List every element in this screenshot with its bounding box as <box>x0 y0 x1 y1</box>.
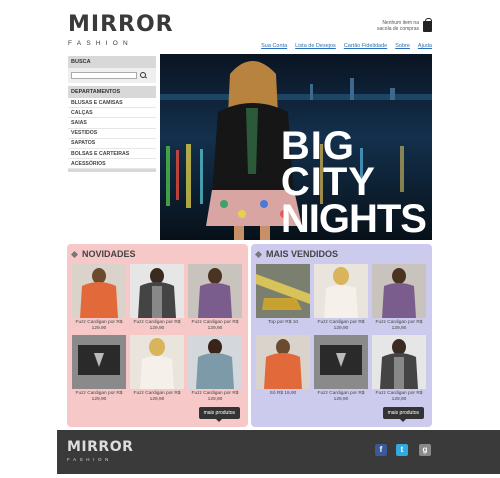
mais-vendidos-panel: MAIS VENDIDOS Top por R$ 10 Fuzz Cardiga… <box>251 244 432 427</box>
product-caption: Fuzz Cardigan por R$ 129,90 <box>191 391 239 402</box>
product-image[interactable] <box>314 335 368 389</box>
diamond-icon <box>254 250 263 258</box>
product-image[interactable] <box>130 264 184 318</box>
product-card[interactable]: Fuzz Cardigan por R$ 129,90 <box>188 264 242 331</box>
shopping-bag-icon[interactable] <box>423 18 432 32</box>
product-card[interactable]: Fuzz Cardigan por R$ 129,90 <box>188 335 242 402</box>
cart-status-line2: sacola de compras <box>377 26 419 32</box>
product-caption: Fuzz Cardigan por R$ 129,90 <box>75 320 123 331</box>
product-image[interactable] <box>72 264 126 318</box>
product-image[interactable] <box>188 264 242 318</box>
nav-link-loyalty-card[interactable]: Cartão Fidelidade <box>344 43 387 49</box>
novidades-title: NOVIDADES <box>70 249 136 259</box>
product-card[interactable]: Fuzz Cardigan por R$ 129,90 <box>314 264 368 331</box>
nav-link-account[interactable]: Sua Conta <box>261 43 287 49</box>
facebook-icon[interactable]: f <box>375 444 387 456</box>
footer: MIRROR FASHION f t g <box>57 430 500 474</box>
hero-banner[interactable]: BIG CITY NIGHTS <box>160 54 432 240</box>
search-icon[interactable] <box>140 72 147 79</box>
product-caption: Top por R$ 10 <box>267 320 299 325</box>
search-label: BUSCA <box>68 56 156 68</box>
product-caption: Fuzz Cardigan por R$ 129,90 <box>133 391 181 402</box>
top-navigation: Sua Conta Lista de Desejos Cartão Fideli… <box>261 43 432 49</box>
product-image[interactable] <box>256 264 310 318</box>
hero-headline-line2: CITY <box>280 160 376 204</box>
shopping-cart[interactable]: Nenhum item na sacola de compras <box>369 18 432 32</box>
product-card[interactable]: Fuzz Cardigan por R$ 129,90 <box>72 335 126 402</box>
department-item-bolsas[interactable]: Bolsas e Carteiras <box>68 149 156 160</box>
twitter-icon[interactable]: t <box>396 444 408 456</box>
product-card[interactable]: Fuzz Cardigan por R$ 129,90 <box>314 335 368 402</box>
product-card[interactable]: Fuzz Cardigan por R$ 129,90 <box>372 335 426 402</box>
nav-link-about[interactable]: Sobre <box>395 43 410 49</box>
product-image[interactable] <box>372 264 426 318</box>
product-caption: Fuzz Cardigan por R$ 129,90 <box>191 320 239 331</box>
product-caption: Fuzz Cardigan por R$ 129,90 <box>133 320 181 331</box>
department-item-sapatos[interactable]: Sapatos <box>68 139 156 149</box>
product-card[interactable]: Fuzz Cardigan por R$ 129,90 <box>130 335 184 402</box>
product-card[interactable]: Fuzz Cardigan por R$ 129,90 <box>130 264 184 331</box>
product-caption: Fuzz Cardigan por R$ 129,90 <box>317 391 365 402</box>
product-caption: Fuzz Cardigan por R$ 129,90 <box>317 320 365 331</box>
hero-headline: BIG CITY NIGHTS <box>280 124 427 240</box>
product-image[interactable] <box>72 335 126 389</box>
more-products-button[interactable]: mais produtos <box>198 407 240 422</box>
product-image[interactable] <box>130 335 184 389</box>
product-caption: Só R$ 19,90 <box>269 391 297 396</box>
hero-headline-line3: NIGHTS <box>280 197 427 240</box>
sidebar-divider <box>68 169 156 173</box>
product-caption: Fuzz Cardigan por R$ 129,90 <box>375 391 423 402</box>
diamond-icon <box>70 250 79 258</box>
product-card[interactable]: Fuzz Cardigan por R$ 129,90 <box>72 264 126 331</box>
department-item-vestidos[interactable]: Vestidos <box>68 129 156 139</box>
footer-logo-wordmark: MIRROR <box>67 439 134 455</box>
product-image[interactable] <box>314 264 368 318</box>
hero-headline-line1: BIG <box>280 124 355 168</box>
footer-logo[interactable]: MIRROR FASHION <box>67 440 133 462</box>
brand-logo[interactable]: MIRROR FASHION <box>68 12 174 48</box>
novidades-title-text: NOVIDADES <box>82 249 136 259</box>
product-card[interactable]: Só R$ 19,90 <box>256 335 310 397</box>
product-image[interactable] <box>256 335 310 389</box>
logo-tagline: FASHION <box>68 40 133 47</box>
product-image[interactable] <box>372 335 426 389</box>
product-card[interactable]: Top por R$ 10 <box>256 264 310 326</box>
mais-vendidos-title-text: MAIS VENDIDOS <box>266 249 339 259</box>
nav-link-help[interactable]: Ajuda <box>418 43 432 49</box>
footer-logo-tagline: FASHION <box>67 457 112 462</box>
departments-list: Blusas e Camisas Calças Saias Vestidos S… <box>68 98 156 170</box>
product-caption: Fuzz Cardigan por R$ 129,90 <box>75 391 123 402</box>
departments-label: DEPARTAMENTOS <box>68 86 156 98</box>
mais-vendidos-title: MAIS VENDIDOS <box>254 249 339 259</box>
department-item-saias[interactable]: Saias <box>68 118 156 129</box>
product-image[interactable] <box>188 335 242 389</box>
cart-status: Nenhum item na sacola de compras <box>369 20 419 32</box>
search-box <box>68 68 156 83</box>
department-item-calcas[interactable]: Calças <box>68 108 156 119</box>
nav-link-wishlist[interactable]: Lista de Desejos <box>295 43 336 49</box>
department-item-acessorios[interactable]: Acessórios <box>68 159 156 170</box>
search-input[interactable] <box>71 72 137 79</box>
logo-wordmark: MIRROR <box>68 12 174 37</box>
sidebar: BUSCA DEPARTAMENTOS Blusas e Camisas Cal… <box>68 56 156 173</box>
novidades-panel: NOVIDADES Fuzz Cardigan por R$ 129,90 Fuz… <box>67 244 248 427</box>
product-card[interactable]: Fuzz Cardigan por R$ 129,90 <box>372 264 426 331</box>
google-plus-icon[interactable]: g <box>419 444 431 456</box>
more-products-button[interactable]: mais produtos <box>382 407 424 422</box>
product-caption: Fuzz Cardigan por R$ 129,90 <box>375 320 423 331</box>
department-item-blusas[interactable]: Blusas e Camisas <box>68 98 156 109</box>
